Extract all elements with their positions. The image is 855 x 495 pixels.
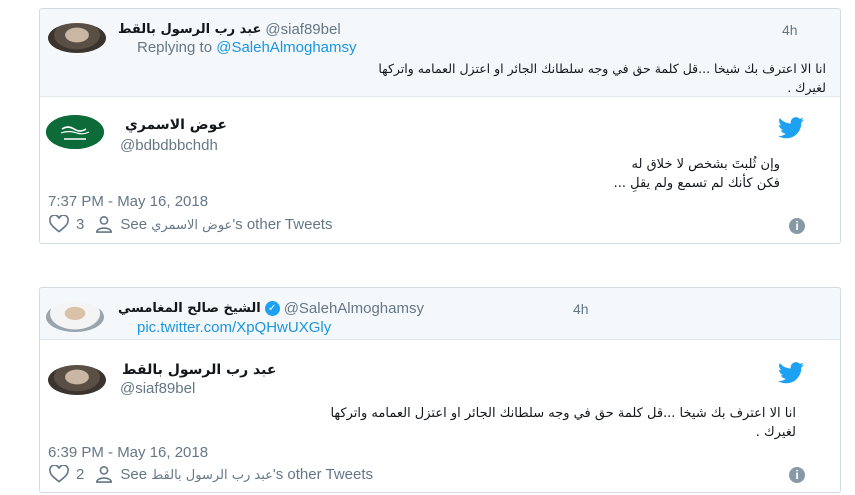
tweet-actions: 3 See عوض الاسمري's other Tweets xyxy=(48,215,332,233)
tweet-text-line: انا الا اعترف بك شيخا ...قل كلمة حق في و… xyxy=(378,61,826,76)
see-other-tweets-link[interactable]: See عوض الاسمري's other Tweets xyxy=(120,216,332,233)
see-label: See xyxy=(120,215,152,233)
tweet-text-line: فكن كأنك لم تسمع ولم يقلِ ... xyxy=(613,176,780,191)
author-name[interactable]: عوض الاسمري xyxy=(125,117,227,133)
embedded-tweet-card-2: الشيخ صالح المغامسي ✓ @SalehAlmoghamsy 4… xyxy=(39,287,841,493)
info-icon[interactable]: i xyxy=(789,467,805,483)
tweet-timestamp[interactable]: 7:37 PM - May 16, 2018 xyxy=(48,193,208,210)
media-link[interactable]: pic.twitter.com/XpQHwUXGly xyxy=(137,319,331,336)
see-label: See xyxy=(120,465,152,483)
see-author-name: عبد رب الرسول بالقط xyxy=(151,467,273,483)
avatar[interactable] xyxy=(48,23,106,53)
tweet-text-line: لغيرك . xyxy=(787,80,826,95)
parent-tweet[interactable]: عبد رب الرسول بالقط @siaf89bel 4h Replyi… xyxy=(40,9,840,97)
parent-tweet[interactable]: الشيخ صالح المغامسي ✓ @SalehAlmoghamsy 4… xyxy=(40,288,840,340)
author-handle[interactable]: @bdbdbbchdh xyxy=(120,137,218,154)
see-other-tweets-link[interactable]: See عبد رب الرسول بالقط's other Tweets xyxy=(120,466,373,483)
author-handle[interactable]: @siaf89bel xyxy=(265,21,340,38)
author-name[interactable]: الشيخ صالح المغامسي xyxy=(118,301,261,316)
replying-to-handle[interactable]: @SalehAlmoghamsy xyxy=(216,39,356,56)
author-name[interactable]: عبد رب الرسول بالقط xyxy=(118,22,261,37)
see-author-name: عوض الاسمري xyxy=(151,217,233,233)
person-icon[interactable] xyxy=(94,215,114,233)
parent-tweet-header: عبد رب الرسول بالقط @siaf89bel xyxy=(118,21,341,38)
replying-to-label: Replying to xyxy=(137,39,217,56)
tweet-time[interactable]: 4h xyxy=(573,301,589,317)
info-icon[interactable]: i xyxy=(789,218,805,234)
tweet-actions: 2 See عبد رب الرسول بالقط's other Tweets xyxy=(48,465,373,483)
verified-badge-icon: ✓ xyxy=(264,301,280,316)
tweet-text: وإن ثُلبتَ بشخص لا خلاق له فكن كأنك لم ت… xyxy=(380,155,780,193)
author-handle[interactable]: @SalehAlmoghamsy xyxy=(284,300,424,317)
twitter-bird-icon[interactable] xyxy=(778,362,804,384)
avatar[interactable] xyxy=(48,365,106,395)
tweet-text: انا الا اعترف بك شيخا ...قل كلمة حق في و… xyxy=(46,404,796,442)
like-count: 2 xyxy=(76,465,85,483)
avatar[interactable] xyxy=(46,302,104,332)
heart-icon[interactable] xyxy=(48,465,70,483)
see-suffix: 's other Tweets xyxy=(232,215,333,233)
replying-to: Replying to @SalehAlmoghamsy xyxy=(137,39,357,56)
person-icon[interactable] xyxy=(94,465,114,483)
tweet-text-line: انا الا اعترف بك شيخا ...قل كلمة حق في و… xyxy=(330,406,796,421)
twitter-bird-icon[interactable] xyxy=(778,117,804,139)
heart-icon[interactable] xyxy=(48,215,70,233)
see-suffix: 's other Tweets xyxy=(272,465,374,483)
saudi-flag-icon xyxy=(46,115,104,149)
avatar[interactable] xyxy=(46,115,104,149)
parent-tweet-header: الشيخ صالح المغامسي ✓ @SalehAlmoghamsy xyxy=(118,300,424,317)
author-name[interactable]: عبد رب الرسول بالقط xyxy=(122,362,276,378)
like-count: 3 xyxy=(76,215,85,233)
author-handle[interactable]: @siaf89bel xyxy=(120,380,195,397)
parent-tweet-text: انا الا اعترف بك شيخا ...قل كلمة حق في و… xyxy=(66,59,826,97)
tweet-time[interactable]: 4h xyxy=(782,22,798,38)
embedded-tweet-card-1: عبد رب الرسول بالقط @siaf89bel 4h Replyi… xyxy=(39,8,841,244)
tweet-text-line: وإن ثُلبتَ بشخص لا خلاق له xyxy=(631,157,780,172)
tweet-timestamp[interactable]: 6:39 PM - May 16, 2018 xyxy=(48,444,208,461)
tweet-text-line: لغيرك . xyxy=(755,425,796,440)
